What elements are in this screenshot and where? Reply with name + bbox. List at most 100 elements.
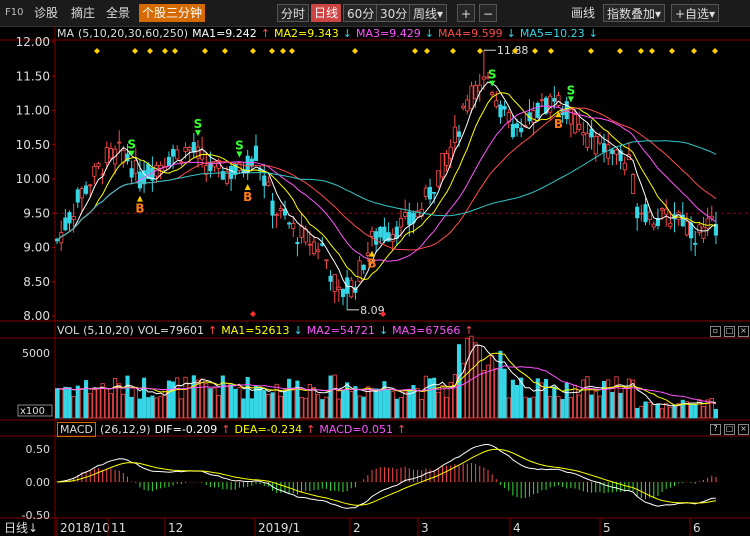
candle-body [332,274,337,292]
candle-body [270,200,275,216]
candle-body [448,146,453,159]
volume-bar [597,395,602,419]
ma10-line [56,92,717,281]
volume-bar [121,393,126,419]
candle-body [577,123,582,130]
vol-pane-up-button[interactable]: ▫ [710,326,721,337]
volume-bar [175,377,180,419]
macd-pane-maximize-button[interactable]: □ [724,424,735,435]
volume-bar [481,370,486,419]
volume-bar [55,388,60,419]
kline-chart[interactable]: 12.00 11.50 11.00 10.50 10.00 9.50 9.00 8.50 8.0… [0,0,750,536]
volume-bar [680,399,685,419]
macd-value: MACD=0.051 [319,423,394,436]
volume-bar [353,386,358,419]
macd-pane-close-button[interactable]: × [738,424,749,435]
volume-bar [427,378,433,419]
volume-bar [502,368,507,419]
ma5-value: MA5=10.23 [519,27,585,40]
volume-bar [125,375,130,419]
volume-bar [133,387,138,419]
event-diamond [250,311,256,317]
volume-bar [287,378,292,419]
volume-bar [643,401,648,419]
volume-bar [299,397,304,419]
x-axis-label: 12 [168,521,183,535]
price-tick-label: 11.00 [16,104,50,118]
vol-legend-params: (5,10,20) [83,324,134,337]
volume-bar [498,350,503,419]
vol-legend-title[interactable]: VOL [57,324,79,337]
candle-body [84,185,89,194]
price-tick-label: 10.00 [16,172,50,186]
event-diamond [424,48,430,54]
volume-bar [179,398,184,419]
candle-body [365,252,370,256]
price-tick-label: 11.50 [16,69,50,83]
event-diamond [352,48,358,54]
vol-ma1-value: MA1=52613 [221,324,290,337]
volume-bar [104,388,109,419]
volume-bar [113,378,118,419]
dif-value: DIF=-0.209 [154,423,218,436]
volume-bar [660,408,665,419]
candle-body [274,214,279,216]
volume-bar [543,379,549,419]
volume-bar [539,382,544,419]
volume-bar [75,385,80,419]
volume-bar [581,379,586,419]
event-diamond [649,48,655,54]
candle-body [502,106,507,110]
dea-value: DEA=-0.234 [234,423,303,436]
candle-body [390,234,395,242]
candle-body [494,100,499,107]
volume-bar [258,387,263,419]
macd-legend: MACD (26,12,9) DIF=-0.209 ↑ DEA=-0.234 ↑ MACD=… [57,422,410,437]
volume-bar [560,399,565,419]
volume-bar [204,383,209,419]
volume-bar [208,388,213,419]
volume-bar [171,381,176,419]
candle-body [340,288,346,297]
volume-bar [253,385,259,419]
candle-body [693,242,698,245]
volume-bar [316,393,321,419]
volume-bar [150,395,155,419]
volume-bar [92,389,97,419]
event-diamond [477,48,483,54]
volume-bar [96,388,101,419]
candle-body [369,230,375,237]
macd-legend-title[interactable]: MACD [57,422,96,437]
candle-body [96,163,101,167]
volume-bar [664,403,669,419]
candle-body [610,149,615,154]
candle-body [398,217,404,228]
volume-bar [639,405,644,419]
vol-pane-close-button[interactable]: × [738,326,749,337]
vol-legend: VOL (5,10,20) VOL=79601 ↑ MA1=52613 ↓ MA2=5472… [57,324,474,337]
ma-legend-params: (5,10,20,30,60,250) [78,27,189,40]
volume-bar [262,389,267,419]
price-tick-label: 8.50 [23,275,50,289]
x-axis-label: 2018/10 [60,521,110,535]
volume-bar [390,391,395,419]
candle-body [643,204,648,223]
volume-bar [332,374,337,419]
candle-body [179,161,184,164]
candle-body [266,181,271,186]
macd-tick-label: 0.00 [26,476,51,489]
volume-bar [117,383,122,419]
period-label: 日线↓ [4,521,38,535]
volume-bar [59,389,64,419]
candle-body [535,102,540,118]
x-axis-label: 3 [421,521,429,535]
candle-body [361,264,366,271]
candle-body [473,85,478,100]
vol-pane-maximize-button[interactable]: □ [724,326,735,337]
volume-bar [527,397,532,419]
ma-legend-title[interactable]: MA [57,27,74,40]
macd-pane-up-button[interactable]: ? [710,424,721,435]
volume-bar [71,396,76,419]
volume-bar [606,379,611,419]
volume-bar [444,396,449,419]
